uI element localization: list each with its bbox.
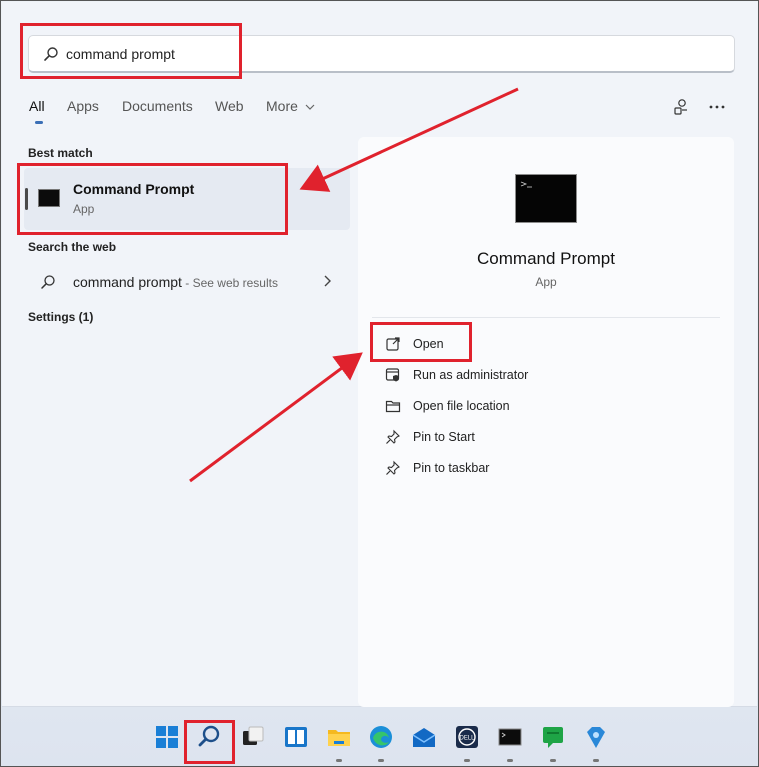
mail-icon[interactable]: [410, 723, 438, 751]
run-as-admin-label: Run as administrator: [413, 368, 529, 382]
chat-icon[interactable]: [539, 723, 567, 751]
tab-documents[interactable]: Documents: [122, 98, 193, 114]
active-tab-indicator: [35, 121, 43, 124]
task-view-icon[interactable]: [239, 723, 267, 751]
annotation-box-taskbar-search: [184, 720, 235, 764]
tab-more-label: More: [266, 98, 298, 114]
annotation-box-search: [20, 23, 242, 79]
store-icon[interactable]: [582, 723, 610, 751]
terminal-icon[interactable]: [496, 723, 524, 751]
running-indicator: [550, 759, 556, 762]
running-indicator: [378, 759, 384, 762]
run-as-admin-action[interactable]: Run as administrator: [382, 364, 702, 388]
admin-shield-icon: [385, 368, 400, 382]
pin-to-start-action[interactable]: Pin to Start: [382, 426, 702, 450]
widgets-icon[interactable]: [282, 723, 310, 751]
detail-app-name: Command Prompt: [477, 249, 615, 268]
cmd-prompt-glyph: [520, 181, 532, 188]
file-explorer-icon[interactable]: [325, 723, 353, 751]
cmd-large-icon: [515, 174, 577, 223]
web-result-query: command prompt: [73, 274, 182, 290]
account-icon[interactable]: [672, 98, 690, 116]
pin-icon: [386, 429, 400, 444]
annotation-box-open: [370, 322, 472, 362]
annotation-box-best-match: [17, 163, 288, 235]
detail-app-kind: App: [535, 275, 557, 289]
web-result-hint: - See web results: [181, 276, 278, 290]
detail-pane: Command Prompt App Open Run as administr…: [358, 137, 734, 707]
search-web-label: Search the web: [28, 240, 117, 254]
chevron-down-icon: [305, 104, 315, 110]
svg-text:DELL: DELL: [459, 736, 475, 742]
settings-label[interactable]: Settings (1): [28, 310, 93, 324]
more-options-icon[interactable]: [708, 98, 726, 116]
folder-icon: [385, 400, 401, 413]
best-match-label: Best match: [28, 146, 93, 160]
running-indicator: [507, 759, 513, 762]
pin-to-taskbar-action[interactable]: Pin to taskbar: [382, 457, 702, 481]
search-icon: [41, 275, 55, 289]
tab-apps[interactable]: Apps: [67, 98, 99, 114]
dell-icon[interactable]: DELL: [453, 723, 481, 751]
tab-web[interactable]: Web: [215, 98, 244, 114]
tab-more[interactable]: More: [266, 98, 315, 114]
tab-all[interactable]: All: [29, 98, 45, 114]
open-file-location-label: Open file location: [413, 399, 510, 413]
web-result[interactable]: command prompt - See web results: [24, 266, 350, 298]
divider: [372, 317, 720, 318]
pin-to-start-label: Pin to Start: [413, 430, 475, 444]
screenshot-frame: command prompt All Apps Documents Web Mo…: [0, 0, 759, 767]
open-file-location-action[interactable]: Open file location: [382, 395, 702, 419]
running-indicator: [464, 759, 470, 762]
running-indicator: [593, 759, 599, 762]
chevron-right-icon: [324, 275, 331, 287]
pin-icon: [386, 460, 400, 475]
taskbar: DELL: [1, 709, 759, 767]
start-icon[interactable]: [153, 723, 181, 751]
running-indicator: [336, 759, 342, 762]
edge-icon[interactable]: [367, 723, 395, 751]
pin-to-taskbar-label: Pin to taskbar: [413, 461, 490, 475]
